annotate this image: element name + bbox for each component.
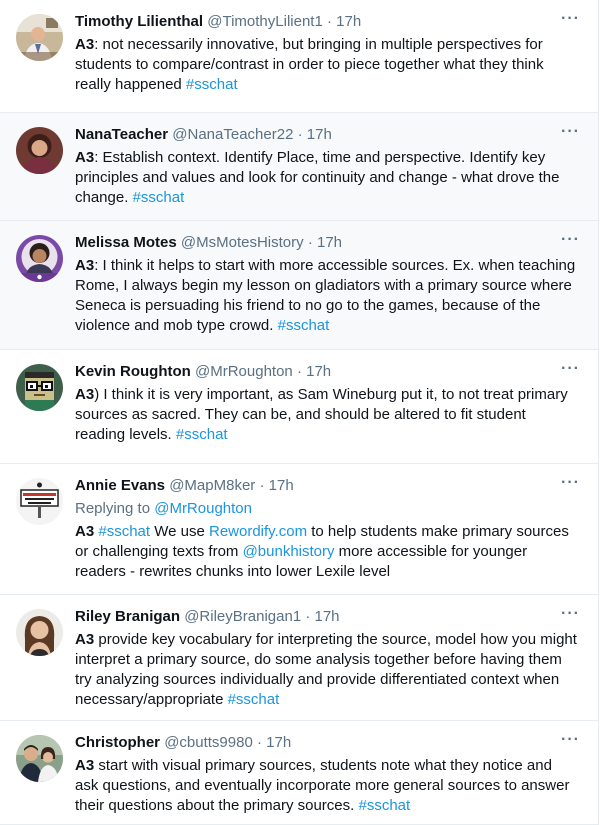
tweet-text: A3 provide key vocabulary for interpreti…	[75, 630, 578, 710]
hashtag-link[interactable]: #sschat	[228, 691, 280, 708]
tweet-text: A3) I think it is very important, as Sam…	[75, 385, 578, 445]
more-options-icon[interactable]: ···	[561, 10, 580, 28]
separator: ·	[296, 363, 302, 380]
avatar[interactable]	[16, 609, 63, 656]
avatar[interactable]	[16, 735, 63, 782]
timestamp[interactable]: 17h	[317, 234, 342, 251]
hashtag-link[interactable]: #sschat	[133, 189, 185, 206]
more-options-icon[interactable]: ···	[561, 474, 580, 492]
mention-link[interactable]: @bunkhistory	[243, 543, 335, 560]
author-name[interactable]: Riley Branigan	[75, 608, 180, 625]
reply-mention-link[interactable]: @MrRoughton	[154, 500, 252, 517]
tweet[interactable]: Annie Evans @MapM8ker · 17h Replying to …	[0, 464, 599, 595]
replying-to: Replying to @MrRoughton	[75, 499, 578, 519]
tweet[interactable]: Melissa Motes @MsMotesHistory · 17h A3: …	[0, 221, 599, 350]
author-name[interactable]: Timothy Lilienthal	[75, 13, 203, 30]
answer-prefix: A3	[75, 36, 95, 53]
tweet-body: start with visual primary sources, stude…	[75, 757, 570, 814]
separator: ·	[256, 734, 262, 751]
tweet-text: A3 #sschat We use Rewordify.com to help …	[75, 522, 578, 582]
author-name[interactable]: Kevin Roughton	[75, 363, 191, 380]
author-handle[interactable]: @NanaTeacher22	[172, 126, 293, 143]
answer-prefix: A3	[75, 757, 95, 774]
separator: ·	[297, 126, 303, 143]
avatar[interactable]	[16, 478, 63, 525]
more-options-icon[interactable]: ···	[561, 231, 580, 249]
woman-purple-frame-photo	[16, 235, 63, 282]
answer-prefix: A3	[75, 631, 95, 648]
author-handle[interactable]: @RileyBranigan1	[184, 608, 301, 625]
separator: ·	[307, 234, 313, 251]
author-name[interactable]: NanaTeacher	[75, 126, 168, 143]
author-name[interactable]: Annie Evans	[75, 477, 165, 494]
tweet[interactable]: NanaTeacher @NanaTeacher22 · 17h A3: Est…	[0, 113, 599, 221]
tweet-body: provide key vocabulary for interpreting …	[75, 631, 577, 708]
more-options-icon[interactable]: ···	[561, 123, 580, 141]
timestamp[interactable]: 17h	[269, 477, 294, 494]
external-link[interactable]: Rewordify.com	[209, 523, 307, 540]
man-in-office-photo	[16, 14, 63, 61]
hashtag-link[interactable]: #sschat	[186, 76, 238, 93]
answer-prefix: A3	[75, 386, 95, 403]
hashtag-link[interactable]: #sschat	[98, 523, 150, 540]
more-options-icon[interactable]: ···	[561, 605, 580, 623]
author-name[interactable]: Melissa Motes	[75, 234, 177, 251]
timestamp[interactable]: 17h	[307, 126, 332, 143]
tweet[interactable]: Kevin Roughton @MrRoughton · 17h A3) I t…	[0, 350, 599, 464]
timestamp[interactable]: 17h	[336, 13, 361, 30]
tweet-text: A3 start with visual primary sources, st…	[75, 756, 578, 816]
tweet[interactable]: Christopher @cbutts9980 · 17h A3 start w…	[0, 721, 599, 825]
pixel-art-glasses-avatar	[16, 364, 63, 411]
tweet-body: We use	[150, 523, 209, 540]
answer-prefix: A3	[75, 523, 95, 540]
more-options-icon[interactable]: ···	[561, 360, 580, 378]
tweet-text: A3: not necessarily innovative, but brin…	[75, 35, 578, 95]
tweet[interactable]: Riley Branigan @RileyBranigan1 · 17h A3 …	[0, 595, 599, 721]
tweet[interactable]: Timothy Lilienthal @TimothyLilient1 · 17…	[0, 0, 599, 113]
hashtag-link[interactable]: #sschat	[278, 317, 330, 334]
author-handle[interactable]: @MapM8ker	[169, 477, 255, 494]
author-name[interactable]: Christopher	[75, 734, 160, 751]
separator: ·	[305, 608, 311, 625]
author-handle[interactable]: @TimothyLilient1	[207, 13, 323, 30]
hashtag-link[interactable]: #sschat	[358, 797, 410, 814]
author-handle[interactable]: @MrRoughton	[195, 363, 293, 380]
timestamp[interactable]: 17h	[315, 608, 340, 625]
woman-smiling-photo	[16, 609, 63, 656]
avatar[interactable]	[16, 127, 63, 174]
avatar[interactable]	[16, 235, 63, 282]
more-options-icon[interactable]: ···	[561, 731, 580, 749]
tweet-text: A3: Establish context. Identify Place, t…	[75, 148, 578, 208]
timestamp[interactable]: 17h	[306, 363, 331, 380]
author-handle[interactable]: @MsMotesHistory	[181, 234, 304, 251]
avatar[interactable]	[16, 14, 63, 61]
tweet-text: A3: I think it helps to start with more …	[75, 256, 578, 336]
answer-prefix: A3	[75, 257, 95, 274]
author-handle[interactable]: @cbutts9980	[164, 734, 253, 751]
tweet-body: : not necessarily innovative, but bringi…	[75, 36, 544, 93]
woman-portrait-photo	[16, 127, 63, 174]
couple-photo	[16, 735, 63, 782]
separator: ·	[259, 477, 265, 494]
answer-prefix: A3	[75, 149, 95, 166]
timestamp[interactable]: 17h	[266, 734, 291, 751]
sign-logo-avatar	[16, 478, 63, 525]
tweet-body: ) I think it is very important, as Sam W…	[75, 386, 568, 443]
avatar[interactable]	[16, 364, 63, 411]
replying-label: Replying to	[75, 500, 155, 517]
separator: ·	[326, 13, 332, 30]
hashtag-link[interactable]: #sschat	[176, 426, 228, 443]
